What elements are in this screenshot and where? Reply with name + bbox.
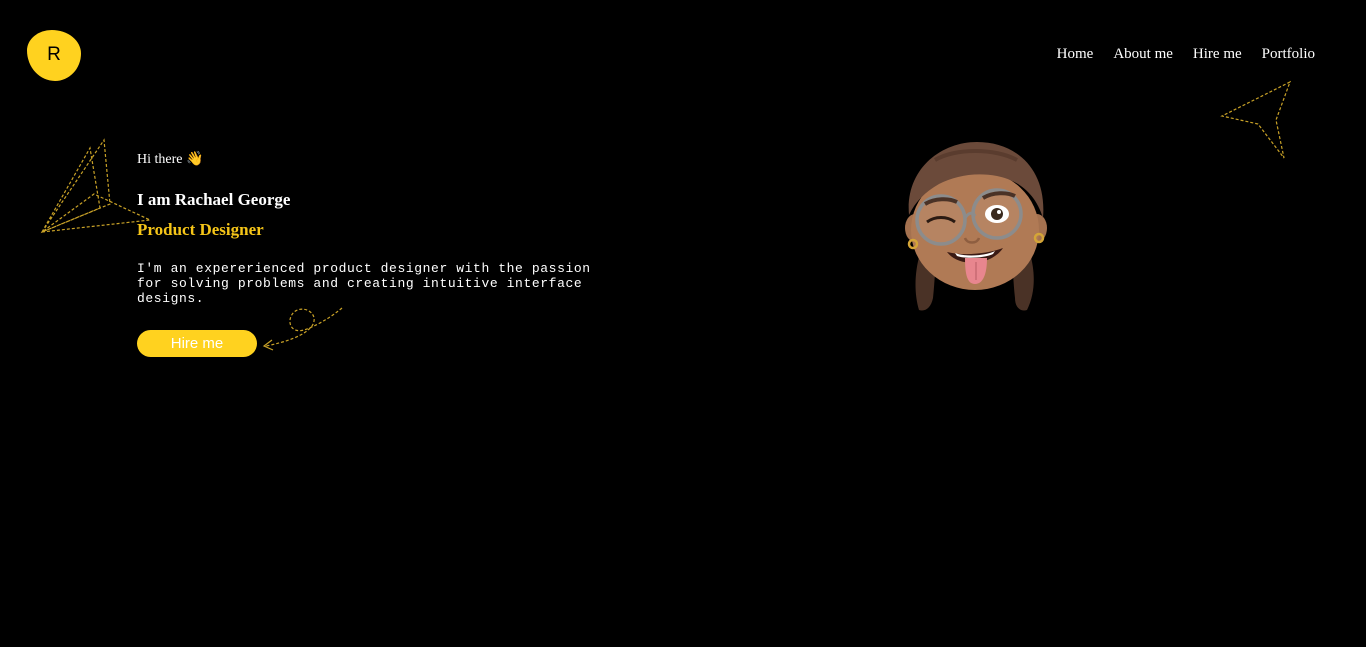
dashed-star-decoration xyxy=(1220,80,1292,159)
hero-description: I'm an expererienced product designer wi… xyxy=(137,261,591,306)
logo[interactable]: R xyxy=(27,30,81,81)
nav-link-home[interactable]: Home xyxy=(1057,46,1094,63)
main-nav: Home About me Hire me Portfolio xyxy=(1057,46,1315,63)
greeting-text: Hi there 👋 xyxy=(137,152,204,167)
nav-link-hire[interactable]: Hire me xyxy=(1193,46,1242,63)
logo-letter: R xyxy=(47,43,61,65)
memoji-avatar xyxy=(905,142,1047,311)
dashed-loop-arrow-decoration xyxy=(262,307,343,351)
hero-name: I am Rachael George xyxy=(137,190,291,209)
hero-role: Product Designer xyxy=(137,220,264,239)
nav-link-about[interactable]: About me xyxy=(1113,46,1173,63)
nav-link-portfolio[interactable]: Portfolio xyxy=(1262,46,1315,63)
hire-me-button[interactable]: Hire me xyxy=(137,330,257,357)
